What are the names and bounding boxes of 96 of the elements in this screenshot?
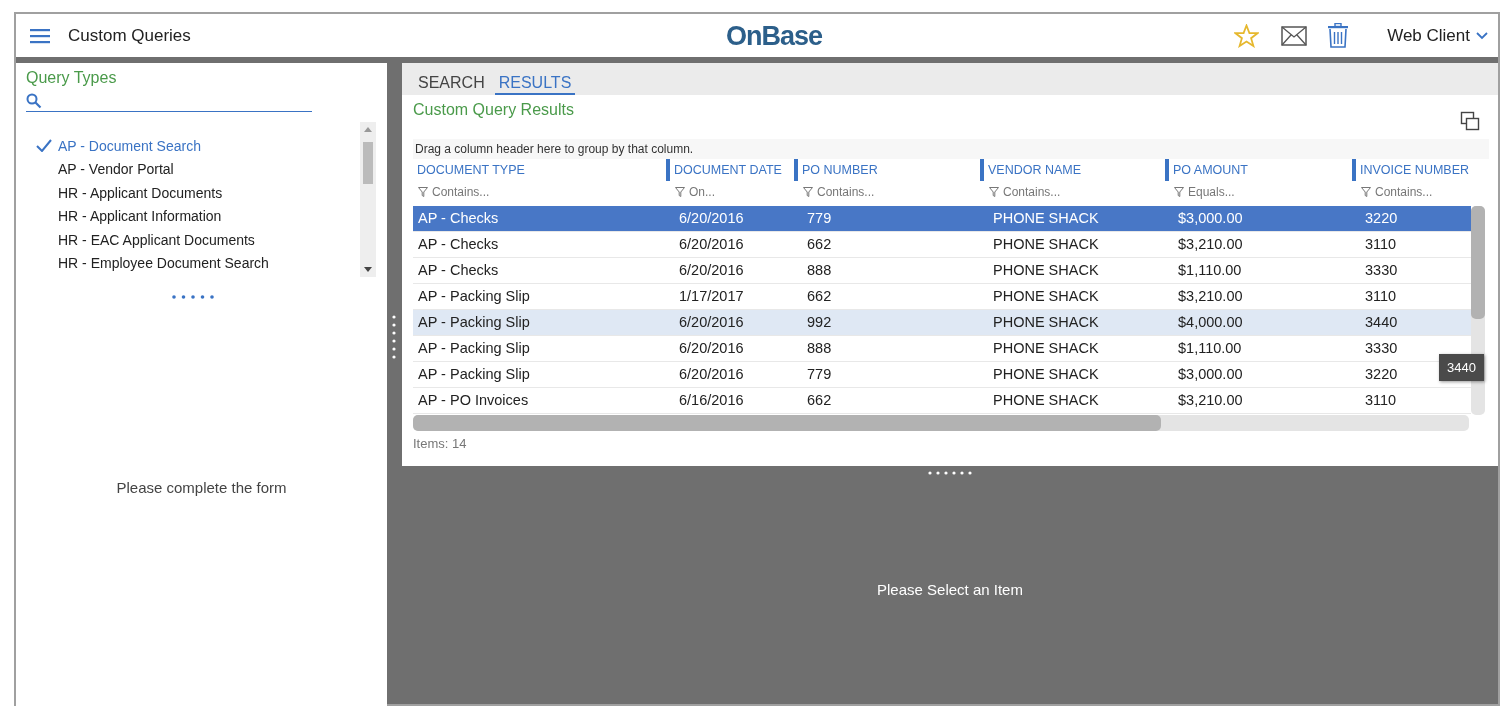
filter-icon — [989, 187, 999, 197]
scrollbar-thumb[interactable] — [363, 142, 373, 184]
windows-icon[interactable] — [1460, 111, 1480, 131]
table-cell-text: AP - PO Invoices — [418, 391, 529, 410]
filter-icon — [418, 187, 428, 197]
table-cell-text: 3220 — [1365, 365, 1398, 384]
table-cell-text: 1/17/2017 — [679, 287, 744, 306]
table-cell-text: $4,000.00 — [1178, 313, 1243, 332]
table-cell-text: 3110 — [1365, 287, 1397, 306]
check-icon — [36, 139, 52, 153]
logo: OnBase — [726, 21, 823, 52]
table-cell-text: 662 — [807, 287, 832, 306]
scrollbar[interactable] — [360, 122, 376, 277]
table-cell-text: 6/20/2016 — [679, 209, 744, 228]
query-type-item[interactable]: HR - Applicant Information — [26, 204, 360, 228]
table-cell-text: PHONE SHACK — [993, 339, 1099, 358]
table-cell-text: PHONE SHACK — [993, 365, 1099, 384]
table-cell-text: AP - Packing Slip — [418, 313, 530, 332]
table-cell-text: 888 — [807, 261, 832, 280]
column-header[interactable]: PO NUMBER — [794, 159, 988, 181]
user-menu[interactable]: Web Client — [1387, 25, 1488, 46]
table-cell-text: 888 — [807, 339, 832, 358]
table-cell-text: $3,000.00 — [1178, 209, 1243, 228]
search-field[interactable] — [26, 91, 312, 112]
table-cell-text: $3,210.00 — [1178, 391, 1243, 410]
query-type-item[interactable]: AP - Document Search — [26, 134, 360, 158]
table-cell-text: 3110 — [1365, 391, 1397, 410]
table-cell-text: PHONE SHACK — [993, 287, 1099, 306]
empty-message: Please complete the form — [115, 479, 288, 496]
table-cell-text: 3110 — [1365, 235, 1397, 254]
table-cell-text: 3220 — [1365, 209, 1398, 228]
horizontal-scrollbar[interactable] — [413, 415, 1469, 431]
trash-icon[interactable] — [1327, 23, 1350, 48]
scrollbar-thumb[interactable] — [1471, 206, 1485, 319]
chevron-down-icon — [1476, 31, 1488, 40]
menu-icon[interactable] — [30, 27, 50, 44]
table-cell-text: AP - Packing Slip — [418, 365, 530, 384]
scrollbar-thumb[interactable] — [413, 415, 1161, 431]
table-cell-text: 779 — [807, 365, 832, 384]
table-cell-text: 779 — [807, 209, 832, 228]
item-count: Items: 14 — [413, 436, 468, 451]
table-cell-text: PHONE SHACK — [993, 261, 1099, 280]
resize-handle-icon[interactable] — [172, 295, 216, 299]
table-cell-text: 662 — [807, 235, 832, 254]
table-cell-text: PHONE SHACK — [993, 209, 1099, 228]
table-cell-text: AP - Packing Slip — [418, 339, 530, 358]
splitter-handle-icon[interactable] — [392, 315, 396, 359]
tab[interactable]: SEARCH — [414, 74, 489, 95]
star-icon[interactable] — [1234, 23, 1260, 48]
table-cell-text: 6/20/2016 — [679, 235, 744, 254]
filter-icon — [675, 187, 685, 197]
empty-message: Please Select an Item — [876, 581, 1024, 598]
page-title: Custom Queries — [68, 25, 191, 46]
table-cell-text: 3330 — [1365, 261, 1398, 280]
column-header[interactable]: PO AMOUNT — [1165, 159, 1360, 181]
query-type-item[interactable]: HR - EAC Applicant Documents — [26, 228, 360, 252]
column-header[interactable]: VENDOR NAME — [980, 159, 1173, 181]
scroll-down-icon[interactable] — [364, 267, 372, 272]
table-cell-text: $1,110.00 — [1178, 261, 1242, 280]
column-header[interactable]: INVOICE NUMBER — [1352, 159, 1471, 181]
column-header[interactable]: DOCUMENT DATE — [666, 159, 802, 181]
tooltip: 3440 — [1439, 354, 1484, 381]
table-cell-text: AP - Checks — [418, 209, 499, 228]
query-type-item[interactable]: HR - Applicant Documents — [26, 181, 360, 205]
table-cell-text: 6/20/2016 — [679, 313, 744, 332]
table-cell-text: 3440 — [1365, 313, 1398, 332]
results-title: Custom Query Results — [413, 101, 574, 120]
scroll-up-icon[interactable] — [364, 127, 372, 132]
filter-icon — [803, 187, 813, 197]
panel-title: Query Types — [26, 69, 118, 87]
table-cell-text: 6/16/2016 — [679, 391, 744, 410]
tab[interactable]: RESULTS — [494, 74, 576, 95]
table-cell-text: $3,210.00 — [1178, 287, 1243, 306]
filter-icon — [1174, 187, 1184, 197]
search-icon — [26, 93, 42, 109]
query-type-item[interactable]: HR - Employee Document Search — [26, 251, 360, 275]
filter-icon — [1361, 187, 1371, 197]
table-cell-text: AP - Checks — [418, 261, 499, 280]
table-cell-text: 6/20/2016 — [679, 261, 744, 280]
table-cell-text: 992 — [807, 313, 832, 332]
query-type-item[interactable]: AP - Vendor Portal — [26, 157, 360, 181]
table-cell-text: $3,000.00 — [1178, 365, 1243, 384]
table-cell-text: PHONE SHACK — [993, 313, 1099, 332]
table-cell-text: $3,210.00 — [1178, 235, 1243, 254]
table-cell-text: 3330 — [1365, 339, 1398, 358]
group-by-hint: Drag a column header here to group by that column. — [413, 139, 1489, 159]
table-cell-text: PHONE SHACK — [993, 391, 1099, 410]
table-cell-text: PHONE SHACK — [993, 235, 1099, 254]
splitter-handle-icon[interactable] — [928, 471, 972, 475]
table-cell-text: 662 — [807, 391, 832, 410]
mail-icon[interactable] — [1281, 25, 1308, 46]
table-cell-text: 6/20/2016 — [679, 339, 744, 358]
table-cell-text: $1,110.00 — [1178, 339, 1242, 358]
table-cell-text: AP - Packing Slip — [418, 287, 530, 306]
table-cell-text: 6/20/2016 — [679, 365, 744, 384]
table-cell-text: AP - Checks — [418, 235, 499, 254]
